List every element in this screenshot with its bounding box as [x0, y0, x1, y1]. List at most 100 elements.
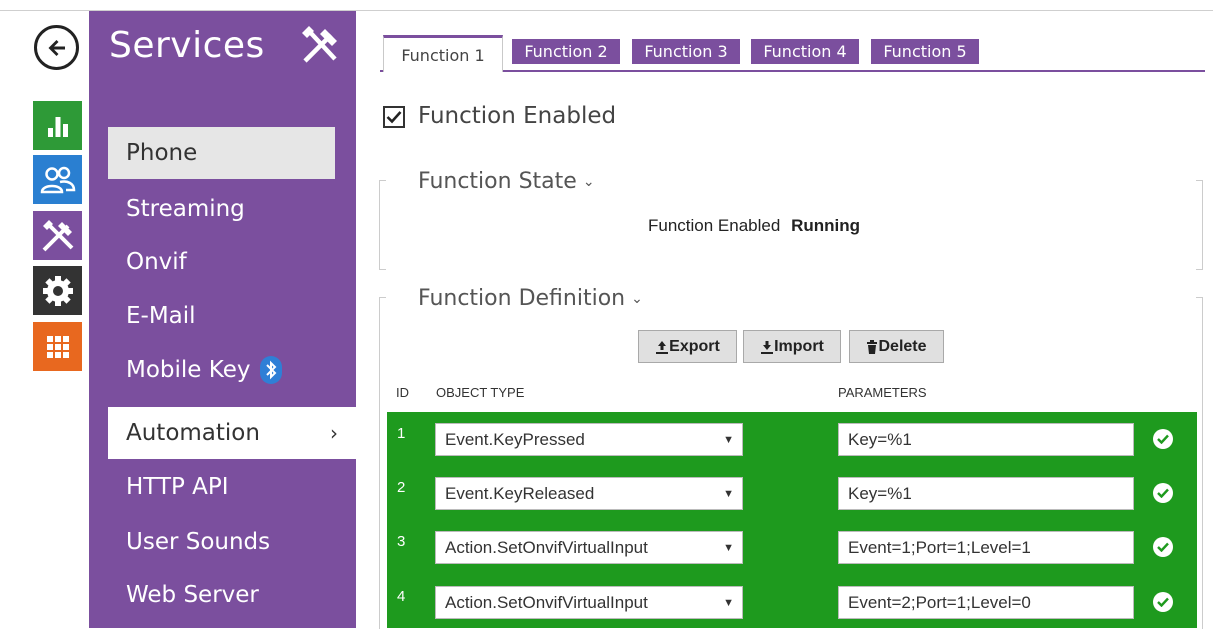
tab-label: Function 2 [524, 42, 608, 61]
tab-function-5[interactable]: Function 5 [871, 39, 979, 64]
services-nav-button[interactable] [33, 211, 82, 260]
dropdown-arrow-icon: ▼ [723, 596, 734, 609]
select-value: Action.SetOnvifVirtualInput [445, 537, 648, 557]
sidebar-item-email[interactable]: E-Mail [108, 290, 356, 342]
object-type-select[interactable]: Event.KeyPressed ▼ [435, 423, 743, 456]
sidebar-item-label: Web Server [126, 582, 259, 608]
select-value: Action.SetOnvifVirtualInput [445, 592, 648, 612]
dropdown-arrow-icon: ▼ [723, 433, 734, 446]
button-label: Delete [878, 337, 927, 355]
tab-label: Function 1 [401, 45, 485, 65]
sidebar-item-label: Streaming [126, 196, 245, 222]
sidebar-item-label: Phone [126, 140, 198, 166]
chevron-down-icon: ⌄ [582, 174, 595, 190]
back-arrow-icon [48, 39, 65, 56]
row-id: 2 [397, 479, 406, 496]
function-state-text: Function Enabled Running [648, 216, 860, 236]
function-definition-title[interactable]: Function Definition ⌄ [418, 286, 643, 311]
directory-nav-button[interactable] [33, 155, 82, 204]
trash-icon [867, 339, 878, 354]
select-value: Event.KeyPressed [445, 429, 585, 449]
tools-icon [302, 26, 337, 63]
sidebar-item-mobile-key[interactable]: Mobile Key [108, 344, 356, 396]
section-bracket [379, 297, 386, 629]
tab-function-2[interactable]: Function 2 [512, 39, 620, 64]
bluetooth-icon [260, 356, 283, 384]
tab-function-4[interactable]: Function 4 [751, 39, 859, 64]
row-id: 4 [397, 588, 406, 605]
valid-check-icon [1153, 483, 1173, 503]
section-title-text: Function State [418, 169, 577, 194]
section-title-text: Function Definition [418, 286, 626, 311]
row-id: 3 [397, 533, 406, 550]
input-value: Event=2;Port=1;Level=0 [848, 592, 1031, 612]
chevron-down-icon: ⌄ [631, 291, 643, 307]
tab-function-1[interactable]: Function 1 [383, 35, 503, 72]
sidebar-item-streaming[interactable]: Streaming [108, 183, 356, 235]
function-definition-table: 1 Event.KeyPressed ▼ Key=%1 2 Event.KeyR… [387, 412, 1197, 628]
gear-icon [42, 275, 73, 306]
parameters-input[interactable]: Key=%1 [838, 477, 1134, 510]
export-icon [656, 340, 669, 354]
state-value: Running [791, 216, 860, 235]
object-type-select[interactable]: Action.SetOnvifVirtualInput ▼ [435, 586, 743, 619]
tab-label: Function 3 [644, 42, 728, 61]
sidebar-item-label: Automation [126, 420, 260, 446]
valid-check-icon [1153, 429, 1173, 449]
state-label: Function Enabled [648, 216, 781, 235]
tab-label: Function 5 [883, 42, 967, 61]
button-label: Export [669, 337, 720, 355]
sidebar-item-label: Onvif [126, 249, 187, 275]
section-bracket [1196, 180, 1203, 270]
sidebar-item-label: User Sounds [126, 529, 271, 555]
section-bracket [379, 180, 386, 270]
tab-function-3[interactable]: Function 3 [632, 39, 740, 64]
import-button[interactable]: Import [743, 330, 841, 363]
sidebar-item-http-api[interactable]: HTTP API [108, 461, 356, 513]
import-icon [761, 340, 774, 354]
row-id: 1 [397, 425, 406, 442]
back-button[interactable] [34, 25, 79, 70]
input-value: Key=%1 [848, 429, 912, 449]
parameters-input[interactable]: Event=2;Port=1;Level=0 [838, 586, 1134, 619]
valid-check-icon [1153, 592, 1173, 612]
chart-icon [47, 116, 68, 137]
function-tabs: Function 1 Function 2 Function 3 Functio… [380, 27, 1205, 72]
status-nav-button[interactable] [33, 101, 82, 150]
column-header-object-type: OBJECT TYPE [436, 385, 525, 400]
select-value: Event.KeyReleased [445, 483, 595, 503]
sidebar-item-user-sounds[interactable]: User Sounds [108, 516, 356, 568]
function-state-title[interactable]: Function State ⌄ [418, 169, 595, 194]
sidebar-item-automation[interactable]: Automation › [108, 407, 356, 459]
delete-button[interactable]: Delete [849, 330, 944, 363]
valid-check-icon [1153, 537, 1173, 557]
chevron-right-icon: › [330, 421, 338, 445]
dropdown-arrow-icon: ▼ [723, 487, 734, 500]
sidebar-item-onvif[interactable]: Onvif [108, 236, 356, 288]
grid-icon [46, 335, 69, 358]
parameters-input[interactable]: Key=%1 [838, 423, 1134, 456]
section-bracket [1196, 297, 1203, 629]
services-sidebar: Services Phone Streaming Onvif E-Mail Mo… [89, 11, 356, 628]
sidebar-item-phone[interactable]: Phone [108, 127, 335, 179]
column-header-id: ID [396, 385, 409, 400]
dropdown-arrow-icon: ▼ [723, 541, 734, 554]
system-nav-button[interactable] [33, 322, 82, 371]
object-type-select[interactable]: Action.SetOnvifVirtualInput ▼ [435, 531, 743, 564]
function-enabled-checkbox[interactable] [383, 106, 405, 128]
sidebar-item-web-server[interactable]: Web Server [108, 569, 356, 621]
object-type-select[interactable]: Event.KeyReleased ▼ [435, 477, 743, 510]
tools-icon [42, 219, 73, 251]
parameters-input[interactable]: Event=1;Port=1;Level=1 [838, 531, 1134, 564]
users-icon [40, 166, 75, 193]
sidebar-item-label: E-Mail [126, 303, 196, 329]
export-button[interactable]: Export [638, 330, 737, 363]
input-value: Event=1;Port=1;Level=1 [848, 537, 1031, 557]
tab-underline [380, 70, 1205, 72]
column-header-parameters: PARAMETERS [838, 385, 927, 400]
tab-label: Function 4 [763, 42, 847, 61]
settings-nav-button[interactable] [33, 266, 82, 315]
sidebar-item-label: HTTP API [126, 474, 229, 500]
function-enabled-label: Function Enabled [418, 103, 617, 129]
sidebar-item-label: Mobile Key [126, 357, 251, 383]
